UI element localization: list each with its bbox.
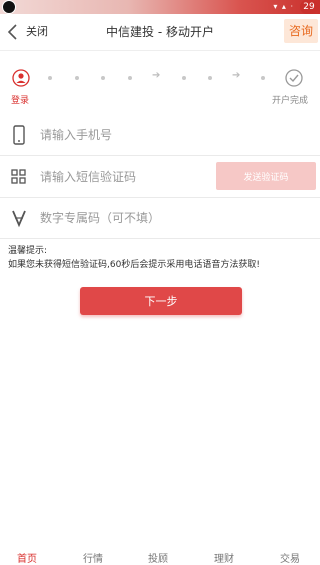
check-circle-icon <box>285 69 303 87</box>
step-arrow-icon: ➔ <box>232 70 241 81</box>
grid-code-icon <box>11 169 26 184</box>
tab-market[interactable]: 行情 <box>83 550 103 565</box>
referral-code-input[interactable] <box>40 206 210 230</box>
phone-input[interactable] <box>40 123 210 147</box>
consult-button[interactable]: 咨询 <box>284 19 318 43</box>
phone-row <box>0 115 320 156</box>
step-dot <box>128 76 132 80</box>
status-bar: ▾ ▴ · 29 <box>0 0 320 14</box>
progress-steps: 登录 ➔ ➔ 开户完成 <box>0 66 320 106</box>
step-login-label: 登录 <box>11 96 30 106</box>
bottom-tab-bar: 首页 行情 投顾 理财 交易 <box>0 548 320 565</box>
step-dot <box>261 76 265 80</box>
page-title: 中信建投 - 移动开户 <box>106 25 214 39</box>
next-step-button[interactable]: 下一步 <box>80 287 242 315</box>
step-arrow-icon: ➔ <box>152 70 161 81</box>
send-code-button[interactable]: 发送验证码 <box>216 162 316 190</box>
step-complete-label: 开户完成 <box>272 96 309 106</box>
navigation-bar: 关闭 中信建投 - 移动开户 咨询 <box>0 14 320 51</box>
sms-code-row: 发送验证码 <box>0 157 320 198</box>
referral-v-icon <box>12 210 26 228</box>
step-dot <box>48 76 52 80</box>
status-avatar-icon <box>2 0 16 14</box>
tab-advisor[interactable]: 投顾 <box>148 550 168 565</box>
step-dot <box>182 76 186 80</box>
step-dot <box>101 76 105 80</box>
notification-badge: 29 <box>300 0 318 14</box>
tab-trade[interactable]: 交易 <box>280 550 300 565</box>
status-indicator-icons: ▾ ▴ · <box>273 2 294 11</box>
sms-code-input[interactable] <box>40 165 210 189</box>
mobile-phone-icon <box>13 125 25 145</box>
step-dot <box>208 76 212 80</box>
tip-title: 温馨提示: <box>8 246 48 256</box>
step-dot <box>75 76 79 80</box>
referral-code-row <box>0 198 320 239</box>
tab-wealth[interactable]: 理财 <box>214 550 234 565</box>
tab-home[interactable]: 首页 <box>17 550 37 565</box>
user-step-icon <box>12 69 30 87</box>
tip-text: 如果您未获得短信验证码,60秒后会提示采用电话语音方法获取! <box>8 260 260 270</box>
